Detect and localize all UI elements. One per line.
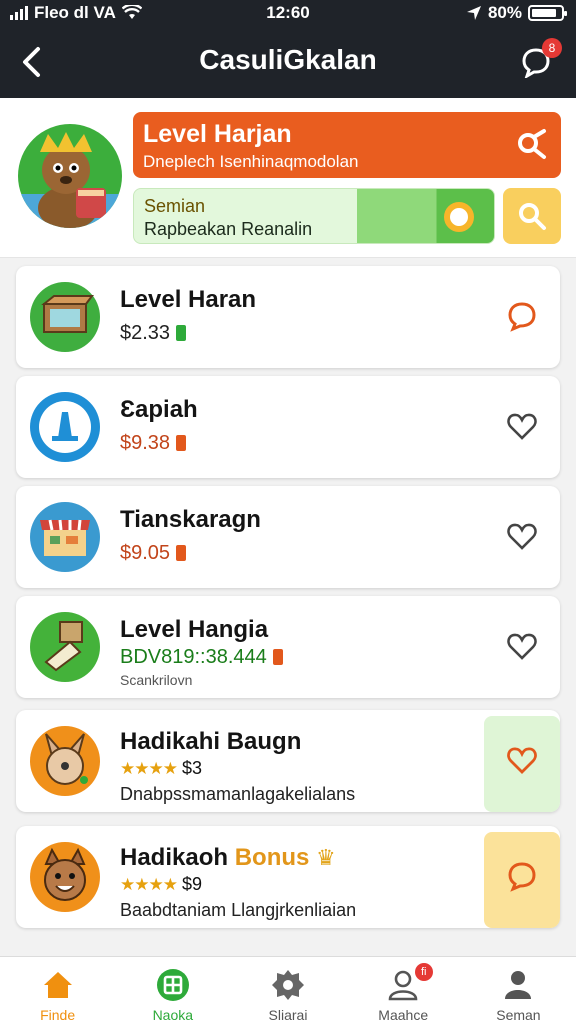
a-letter-icon bbox=[30, 392, 100, 462]
search-icon bbox=[519, 203, 546, 230]
price-value: $3 bbox=[181, 758, 203, 778]
list-item[interactable]: Tianskaragn $9.05 bbox=[16, 486, 560, 588]
item-price: $9.38 bbox=[120, 432, 187, 455]
page-title: CasuliGkalan bbox=[199, 44, 377, 75]
item-title: Level Hangia bbox=[120, 616, 269, 643]
dog-icon bbox=[30, 842, 100, 912]
grid-icon bbox=[156, 969, 189, 1001]
heart-icon[interactable] bbox=[506, 410, 538, 442]
parcel-icon bbox=[30, 612, 100, 682]
price-value: $9 bbox=[181, 874, 203, 894]
bonus-label: Bonus bbox=[234, 844, 310, 871]
battery-percent: 80% bbox=[487, 3, 522, 22]
profile-icon bbox=[505, 971, 532, 999]
banner-subtitle: Dneplech Isenhinaqmodolan bbox=[143, 152, 359, 171]
price-value: $9.38 bbox=[120, 432, 171, 454]
promo-toggle-banner[interactable]: Semian Rapbeakan Reanalin bbox=[133, 188, 495, 244]
price-value: BDV819::38.444 bbox=[120, 646, 267, 668]
price-tag-icon bbox=[176, 545, 187, 561]
tab-settings[interactable]: Sliarai bbox=[230, 957, 345, 1024]
price-value: $2.33 bbox=[120, 322, 171, 344]
item-subtitle: Baabdtaniam Llangjrkenliaian bbox=[120, 900, 357, 920]
tab-home[interactable]: Finde bbox=[0, 957, 115, 1024]
price-tag-icon bbox=[272, 649, 283, 665]
tab-profile[interactable]: Seman bbox=[461, 957, 576, 1024]
item-title-row: Hadikaoh Bonus ♛ bbox=[120, 844, 336, 872]
item-rating-row: ★★★★ $3 bbox=[120, 758, 202, 779]
item-rating-row: ★★★★ $9 bbox=[120, 874, 202, 895]
item-title: Ɛapiah bbox=[120, 396, 198, 423]
tab-badge: fi bbox=[414, 963, 433, 981]
search-button[interactable] bbox=[503, 188, 561, 244]
rating-stars: ★★★★ bbox=[120, 875, 178, 894]
hero-section: Level Harjan Dneplech Isenhinaqmodolan S… bbox=[0, 98, 576, 258]
home-icon bbox=[43, 972, 72, 998]
promo-title: Semian bbox=[144, 196, 206, 216]
item-title: Level Haran bbox=[120, 286, 257, 313]
tab-label: Seman bbox=[496, 1007, 541, 1023]
promo-subtitle: Rapbeakan Reanalin bbox=[144, 219, 313, 239]
tab-label: Sliarai bbox=[268, 1007, 308, 1023]
tab-label: Maahce bbox=[378, 1007, 429, 1023]
item-price: BDV819::38.444 bbox=[120, 646, 283, 669]
tab-label: Naoka bbox=[152, 1007, 194, 1023]
item-title: Hadikaoh bbox=[120, 844, 229, 871]
close-icon[interactable] bbox=[515, 128, 549, 162]
notification-badge: 8 bbox=[542, 38, 562, 58]
toggle-knob-icon[interactable] bbox=[444, 202, 474, 232]
list-item[interactable]: Level Haran $2.33 bbox=[16, 266, 560, 368]
list-item[interactable]: Level Hangia BDV819::38.444 Scankrilovn bbox=[16, 596, 560, 698]
price-value: $9.05 bbox=[120, 542, 171, 564]
heart-icon[interactable] bbox=[506, 520, 538, 552]
item-price: $9.05 bbox=[120, 542, 187, 565]
chat-bubble-icon[interactable] bbox=[506, 860, 538, 892]
daily-level-banner[interactable]: Level Harjan Dneplech Isenhinaqmodolan bbox=[133, 112, 561, 178]
tab-grid[interactable]: Naoka bbox=[115, 957, 230, 1024]
price-tag-icon bbox=[176, 325, 187, 341]
mascot-image bbox=[18, 124, 122, 228]
list-item[interactable]: Hadikaoh Bonus ♛ ★★★★ $9 Baabdtaniam Lla… bbox=[16, 826, 560, 928]
item-subtitle: Scankrilovn bbox=[120, 672, 193, 688]
rating-stars: ★★★★ bbox=[120, 759, 178, 778]
chat-bubble-icon[interactable] bbox=[506, 300, 538, 332]
app-header: Fleo dl VA 12:60 80% CasuliGkalan 8 bbox=[0, 0, 576, 98]
price-tag-icon bbox=[176, 435, 187, 451]
tab-label: Finde bbox=[40, 1007, 76, 1023]
location-arrow-icon bbox=[466, 6, 481, 20]
item-title: Hadikahi Baugn bbox=[120, 728, 302, 755]
banner-title: Level Harjan bbox=[143, 120, 292, 148]
crown-icon: ♛ bbox=[316, 845, 336, 870]
battery-icon bbox=[528, 5, 567, 21]
heart-icon[interactable] bbox=[506, 630, 538, 662]
item-title: Tianskaragn bbox=[120, 506, 261, 533]
list-item[interactable]: Hadikahi Baugn ★★★★ $3 Dnabpssmamanlagak… bbox=[16, 710, 560, 812]
tab-people[interactable]: fi Maahce bbox=[346, 957, 461, 1024]
bottom-tab-bar: Finde Naoka Sliarai fi Maahce Seman bbox=[0, 956, 576, 1024]
list-item[interactable]: Ɛapiah $9.38 bbox=[16, 376, 560, 478]
gear-icon bbox=[272, 970, 304, 1000]
box-icon bbox=[30, 282, 100, 352]
item-price: $2.33 bbox=[120, 322, 187, 345]
messages-button[interactable]: 8 bbox=[516, 38, 562, 80]
shop-icon bbox=[30, 502, 100, 572]
rabbit-icon bbox=[30, 726, 100, 796]
status-bar: Fleo dl VA 12:60 80% bbox=[0, 0, 576, 26]
item-subtitle: Dnabpssmamanlagakelialans bbox=[120, 784, 356, 804]
heart-icon[interactable] bbox=[506, 744, 538, 776]
